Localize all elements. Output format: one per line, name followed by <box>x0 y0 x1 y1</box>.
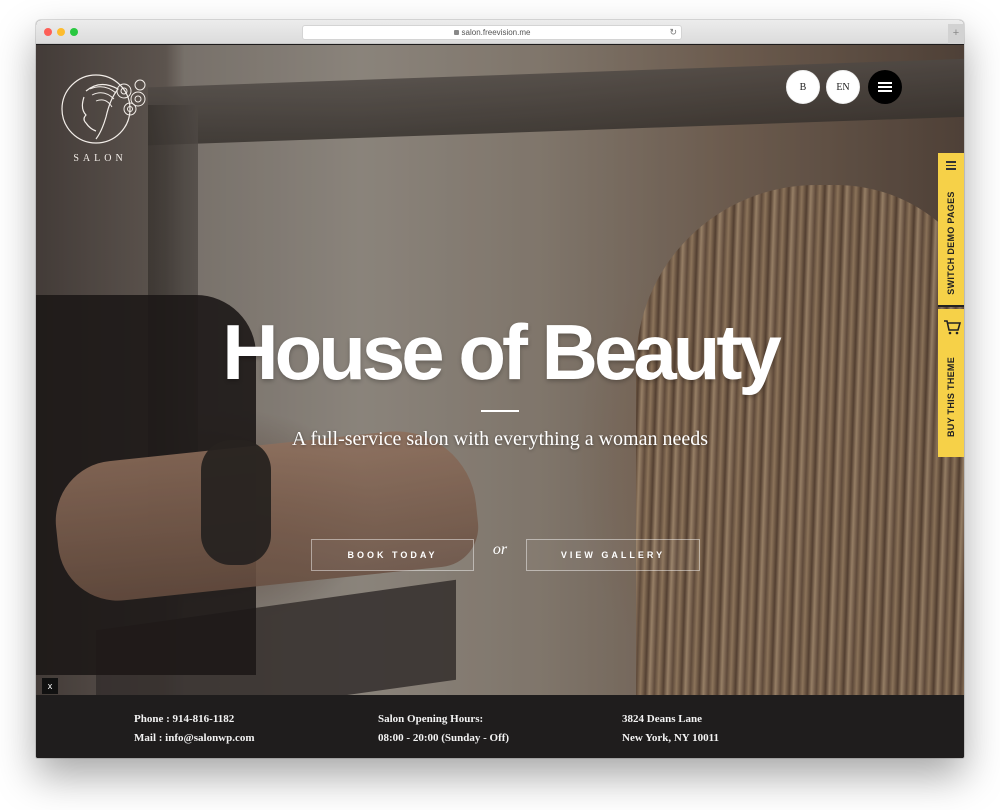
hamburger-icon <box>946 161 956 172</box>
hamburger-icon <box>878 82 892 92</box>
salon-logo[interactable]: SALON <box>60 69 152 169</box>
cta-separator: or <box>492 541 508 558</box>
hours-label: Salon Opening Hours: <box>378 713 484 725</box>
switch-demo-pages-tab[interactable]: SWITCH DEMO PAGES <box>938 153 964 307</box>
minimize-window-button[interactable] <box>57 28 65 36</box>
close-window-button[interactable] <box>44 28 52 36</box>
hours-value: 08:00 - 20:00 (Sunday - Off) <box>378 732 510 744</box>
maximize-window-button[interactable] <box>70 28 78 36</box>
hero-title: House of Beauty <box>222 308 781 396</box>
address-line-2: New York, NY 10011 <box>622 732 719 744</box>
phone-text[interactable]: Phone : 914-816-1182 <box>134 710 255 729</box>
browser-titlebar: salon.freevision.me ↻ + <box>36 20 964 44</box>
title-divider <box>481 410 519 412</box>
b-button[interactable]: B <box>786 70 820 104</box>
hero-section: SALON B EN SWITCH DEMO PAGES BUY THIS TH… <box>36 45 964 695</box>
woman-face-logo-icon <box>61 74 146 144</box>
url-text: salon.freevision.me <box>461 28 531 37</box>
reload-icon[interactable]: ↻ <box>669 26 677 39</box>
book-today-button[interactable]: BOOK TODAY <box>311 539 474 571</box>
switch-demo-pages-label: SWITCH DEMO PAGES <box>946 191 956 295</box>
menu-button[interactable] <box>868 70 902 104</box>
address-column: 3824 Deans Lane New York, NY 10011 <box>622 710 719 748</box>
contact-column: Phone : 914-816-1182 Mail : info@salonwp… <box>134 710 255 748</box>
mail-text[interactable]: Mail : info@salonwp.com <box>134 729 255 748</box>
new-tab-button[interactable]: + <box>948 24 964 44</box>
hero-subtitle: A full-service salon with everything a w… <box>292 428 708 450</box>
address-line-1: 3824 Deans Lane <box>622 713 703 725</box>
info-bar: Phone : 914-816-1182 Mail : info@salonwp… <box>36 695 964 758</box>
close-icon[interactable]: x <box>42 678 58 694</box>
hours-column: Salon Opening Hours: 08:00 - 20:00 (Sund… <box>378 710 509 748</box>
browser-window: salon.freevision.me ↻ + SALON B EN SWITC… <box>36 20 964 758</box>
language-button[interactable]: EN <box>826 70 860 104</box>
lock-icon <box>453 30 459 35</box>
logo-text: SALON <box>73 153 127 164</box>
view-gallery-button[interactable]: VIEW GALLERY <box>526 539 700 571</box>
address-bar[interactable]: salon.freevision.me ↻ <box>302 25 682 40</box>
